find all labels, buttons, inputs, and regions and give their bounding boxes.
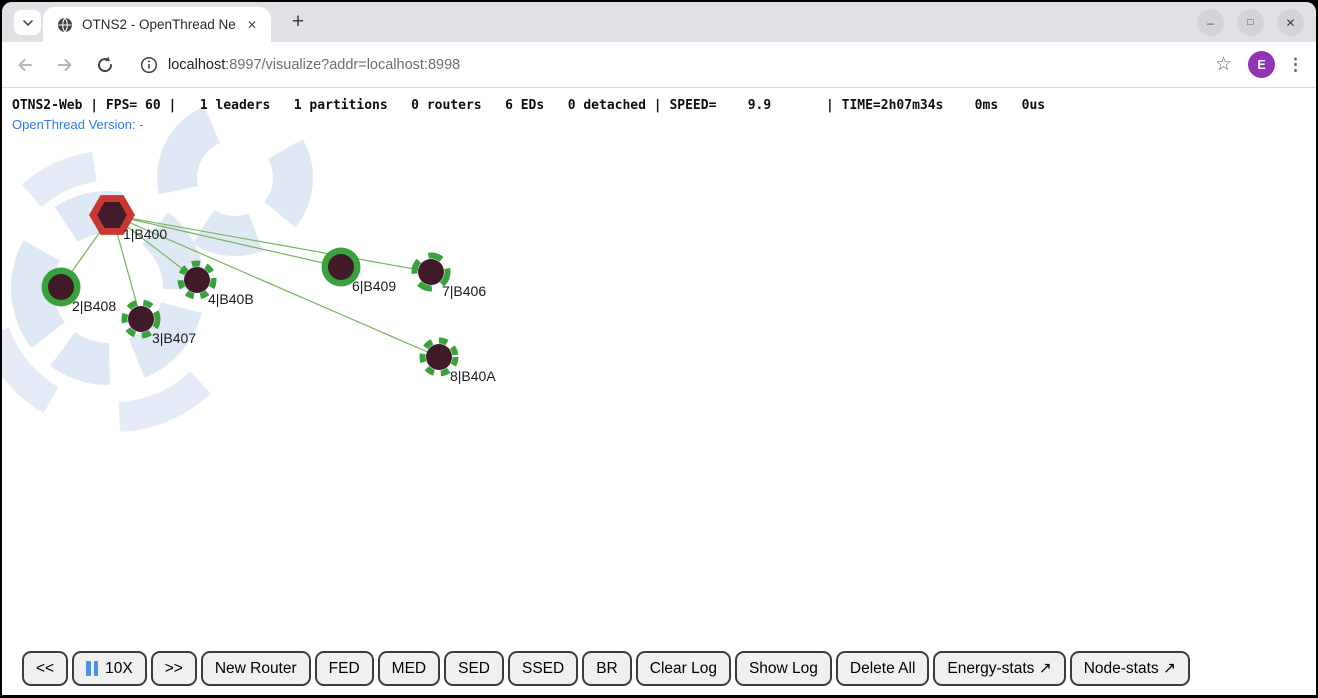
back-button[interactable]: [8, 48, 42, 82]
node-label: 2|B408: [72, 298, 116, 314]
openthread-version-link[interactable]: OpenThread Version: -: [12, 117, 144, 132]
url-input[interactable]: localhost:8997/visualize?addr=localhost:…: [130, 48, 1207, 82]
tab-search-button[interactable]: [14, 10, 41, 35]
address-bar: localhost:8997/visualize?addr=localhost:…: [2, 42, 1316, 88]
toolbar-button-clear-log[interactable]: Clear Log: [636, 651, 731, 686]
profile-avatar[interactable]: E: [1248, 51, 1275, 78]
toolbar-button-med[interactable]: MED: [378, 651, 440, 686]
close-button[interactable]: ✕: [1277, 9, 1304, 36]
back-arrow-icon: [15, 55, 35, 75]
simulator-status-text: OTNS2-Web | FPS= 60 | 1 leaders 1 partit…: [12, 98, 1045, 113]
reload-icon: [95, 55, 115, 75]
node-label: 4|B40B: [208, 291, 254, 307]
toolbar-button-show-log[interactable]: Show Log: [735, 651, 832, 686]
toolbar-button-label: Energy-stats ↗: [947, 659, 1051, 678]
graph-node[interactable]: 1|B400: [89, 195, 167, 242]
node-label: 1|B400: [123, 226, 167, 242]
minimize-button[interactable]: –: [1197, 9, 1224, 36]
bookmark-star-icon[interactable]: ☆: [1215, 53, 1232, 76]
node-label: 7|B406: [442, 283, 486, 299]
tab-title: OTNS2 - OpenThread Ne: [82, 17, 243, 32]
toolbar-button-step-forward[interactable]: >>: [151, 651, 197, 686]
node-core: [128, 306, 154, 332]
pause-icon: [86, 661, 98, 676]
toolbar-button-node-stats[interactable]: Node-stats ↗: [1070, 651, 1190, 686]
node-core: [418, 259, 444, 285]
toolbar-button-label: Clear Log: [650, 660, 717, 678]
toolbar-button-energy-stats[interactable]: Energy-stats ↗: [933, 651, 1065, 686]
toolbar-button-br[interactable]: BR: [582, 651, 632, 686]
url-path: :8997/visualize?addr=localhost:8998: [225, 57, 460, 73]
toolbar-button-new-router[interactable]: New Router: [201, 651, 311, 686]
graph-node[interactable]: 4|B40B: [181, 264, 254, 308]
forward-arrow-icon: [55, 55, 75, 75]
info-icon: [140, 56, 158, 74]
graph-node[interactable]: 7|B406: [415, 256, 487, 300]
toolbar-button-label: MED: [392, 660, 426, 678]
graph-canvas: 1|B400 2|B408 3|B407 4|B40B 6|B409 7|B406 8|B4…: [2, 88, 1316, 694]
graph-node[interactable]: 6|B409: [322, 248, 397, 295]
toolbar-button-label: BR: [596, 660, 618, 678]
toolbar: << 10X >> New Router FED MED SED SSED BR Clear Lo…: [22, 651, 1190, 686]
toolbar-button-sed[interactable]: SED: [444, 651, 504, 686]
toolbar-button-pause-speed[interactable]: 10X: [72, 651, 147, 686]
toolbar-button-ssed[interactable]: SSED: [508, 651, 578, 686]
toolbar-button-label: SED: [458, 660, 490, 678]
tab-close-icon[interactable]: ✕: [243, 16, 261, 34]
toolbar-button-label: SSED: [522, 660, 564, 678]
toolbar-button-label: Delete All: [850, 660, 915, 678]
maximize-button[interactable]: □: [1237, 9, 1264, 36]
node-core: [328, 254, 354, 280]
chevron-down-icon: [22, 17, 34, 29]
node-core: [426, 344, 452, 370]
toolbar-button-label: Show Log: [749, 660, 818, 678]
new-tab-button[interactable]: +: [285, 9, 311, 35]
node-label: 6|B409: [352, 278, 396, 294]
tab-strip: OTNS2 - OpenThread Ne ✕ + – □ ✕: [2, 2, 1316, 42]
node-core: [48, 274, 74, 300]
graph-node[interactable]: 8|B40A: [423, 341, 497, 385]
toolbar-button-label: FED: [329, 660, 360, 678]
toolbar-button-label: <<: [36, 660, 54, 678]
page-content: 1|B400 2|B408 3|B407 4|B40B 6|B409 7|B406 8|B4…: [2, 88, 1316, 695]
url-text: localhost:8997/visualize?addr=localhost:…: [168, 57, 460, 73]
toolbar-button-step-back[interactable]: <<: [22, 651, 68, 686]
toolbar-button-label: Node-stats ↗: [1084, 659, 1176, 678]
reload-button[interactable]: [88, 48, 122, 82]
toolbar-button-delete-all[interactable]: Delete All: [836, 651, 929, 686]
browser-menu-icon[interactable]: ⋮: [1287, 55, 1304, 75]
node-core: [184, 267, 210, 293]
toolbar-button-label: 10X: [105, 660, 133, 678]
node-label: 8|B40A: [450, 368, 496, 384]
forward-button[interactable]: [48, 48, 82, 82]
toolbar-button-label: New Router: [215, 660, 297, 678]
url-host: localhost: [168, 57, 225, 73]
globe-favicon-icon: [57, 17, 73, 33]
toolbar-button-label: >>: [165, 660, 183, 678]
graph-nodes: 1|B400 2|B408 3|B407 4|B40B 6|B409 7|B406 8|B4…: [42, 195, 497, 384]
node-label: 3|B407: [152, 330, 196, 346]
active-tab[interactable]: OTNS2 - OpenThread Ne ✕: [43, 7, 271, 42]
toolbar-button-fed[interactable]: FED: [315, 651, 374, 686]
window-controls: – □ ✕: [1197, 9, 1304, 36]
browser-window: OTNS2 - OpenThread Ne ✕ + – □ ✕: [2, 2, 1316, 695]
